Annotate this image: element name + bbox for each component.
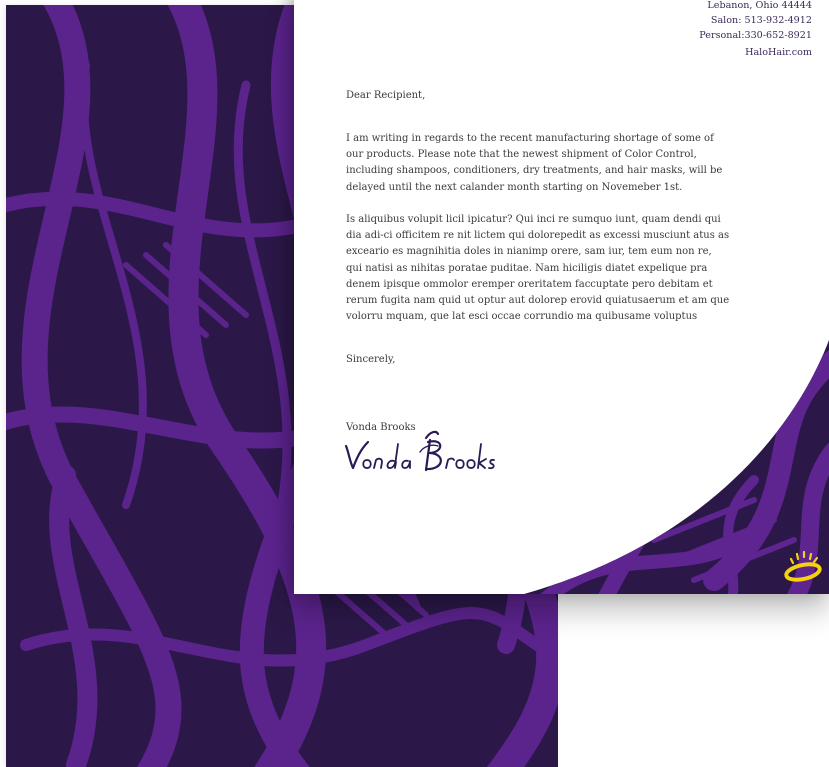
letter-paragraph-1: I am writing in regards to the recent ma… xyxy=(346,133,723,193)
handwritten-signature xyxy=(340,428,500,476)
letterhead-contact-block: Lebanon, Ohio 44444 Salon: 513-932-4912 … xyxy=(699,0,812,60)
personal-phone: Personal:330-652-8921 xyxy=(699,30,812,41)
letter-sheet: Lebanon, Ohio 44444 Salon: 513-932-4912 … xyxy=(294,0,829,594)
letter-closing: Sincerely, xyxy=(346,354,396,365)
salon-phone: Salon: 513-932-4912 xyxy=(710,15,812,26)
letter-paragraph-2: Is aliquibus volupit licil ipicatur? Qui… xyxy=(346,214,730,323)
letter-salutation: Dear Recipient, xyxy=(346,90,426,101)
halo-ring-icon xyxy=(782,547,826,583)
website-link: HaloHair.com xyxy=(745,47,812,58)
address-city-line: Lebanon, Ohio 44444 xyxy=(707,0,812,11)
